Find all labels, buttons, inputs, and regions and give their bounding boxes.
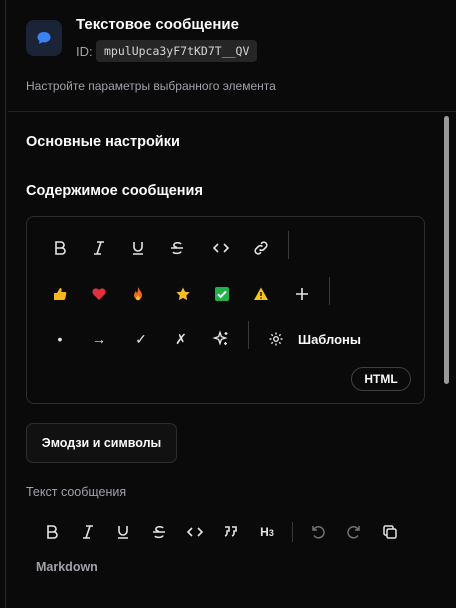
html-mode-button[interactable]: HTML [351,367,411,391]
heart-icon [92,288,106,300]
toolbar-separator [292,522,293,542]
toolbar-separator [248,321,249,349]
link-icon [254,241,268,255]
undo-button[interactable] [305,519,331,545]
code-icon [212,243,230,253]
heading-icon: H3 [260,525,274,539]
templates-button[interactable] [263,326,289,352]
toolbar-separator [288,231,289,259]
heart-emoji-button[interactable] [86,281,112,307]
basic-settings-heading: Основные настройки [26,134,180,150]
warning-icon [254,287,268,300]
sparkles-button[interactable] [208,326,234,352]
warning-emoji-button[interactable] [248,281,274,307]
strikethrough-icon [171,241,183,255]
underline-icon [133,242,143,255]
scrollbar-thumb[interactable] [444,116,449,384]
undo-icon [312,526,325,539]
bullet-symbol-button[interactable]: • [47,326,73,352]
thumbs-up-emoji-button[interactable] [47,281,73,307]
toolbar-separator [329,277,330,305]
emoji-symbols-button[interactable]: Эмодзи и символы [26,423,177,463]
check-mark-emoji-button[interactable] [209,281,235,307]
quote-icon [224,526,237,537]
italic-icon [94,241,104,255]
copy-icon [383,525,397,539]
bold-icon [55,241,66,255]
chat-bubble-icon [26,20,62,56]
thumbs-up-icon [54,288,67,300]
check-icon: ✓ [135,330,147,347]
md-heading-button[interactable]: H3 [254,519,280,545]
strikethrough-button[interactable] [164,235,190,261]
check-symbol-button[interactable]: ✓ [128,326,154,352]
sparkles-icon [212,330,228,346]
check-box-icon [215,287,229,301]
strikethrough-icon [153,525,165,539]
star-emoji-button[interactable] [170,281,196,307]
md-quote-button[interactable] [218,519,244,545]
redo-icon [347,526,360,539]
arrow-symbol-button[interactable]: → [86,326,112,352]
arrow-right-icon: → [92,331,106,347]
message-content-heading: Содержимое сообщения [26,183,203,199]
redo-button[interactable] [341,519,367,545]
markdown-mode-label: Markdown [36,560,98,574]
md-strikethrough-button[interactable] [146,519,172,545]
link-button[interactable] [248,235,274,261]
left-panel-edge [0,0,8,608]
message-text-label: Текст сообщения [26,485,127,499]
gear-icon [269,332,283,346]
md-italic-button[interactable] [75,519,101,545]
md-underline-button[interactable] [110,519,136,545]
id-label: ID: [76,44,93,59]
element-id-value[interactable]: mpulUpca3yF7tKD7T__QV [96,40,258,62]
bold-icon [47,525,58,539]
underline-button[interactable] [125,235,151,261]
cross-icon: ✗ [175,330,187,347]
rich-text-editor: • → ✓ ✗ Шаблоны HTML [26,216,425,404]
element-title: Текстовое сообщение [76,16,239,33]
templates-label[interactable]: Шаблоны [298,332,361,347]
md-bold-button[interactable] [39,519,65,545]
fire-icon [134,287,142,301]
plus-icon [296,288,308,300]
bold-button[interactable] [47,235,73,261]
underline-icon [118,526,128,539]
italic-icon [83,525,93,539]
panel-header: Текстовое сообщение ID: mpulUpca3yF7tKD7… [26,14,446,104]
code-button[interactable] [208,235,234,261]
star-icon [176,287,190,301]
code-icon [186,527,204,537]
md-code-button[interactable] [182,519,208,545]
italic-button[interactable] [86,235,112,261]
panel-subtitle: Настройте параметры выбранного элемента [26,79,276,93]
copy-button[interactable] [377,519,403,545]
fire-emoji-button[interactable] [125,281,151,307]
cross-symbol-button[interactable]: ✗ [168,326,194,352]
bullet-icon: • [57,331,63,347]
plus-button[interactable] [289,281,315,307]
